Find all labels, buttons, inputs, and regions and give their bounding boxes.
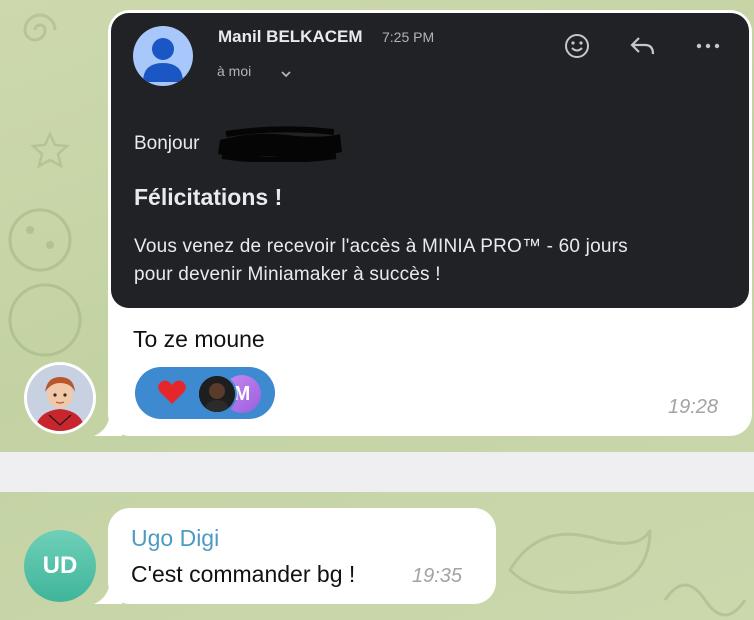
spiderman-avatar-image: [27, 365, 93, 431]
emoji-icon: [565, 34, 589, 58]
message-time: 19:35: [412, 565, 463, 587]
reactor-avatar: [197, 374, 237, 414]
redaction-scribble: [218, 126, 342, 162]
reactor-avatar-image: [199, 376, 235, 412]
heart-icon: [158, 380, 186, 404]
email-time: 7:25 PM: [382, 29, 435, 45]
email-screenshot-image[interactable]: Manil BELKACEM 7:25 PM à moi Bonjour Fél…: [111, 13, 749, 308]
reaction-pill[interactable]: M: [135, 367, 275, 419]
email-body-line-2: pour devenir Miniamaker à succès !: [134, 264, 441, 285]
message-time: 19:28: [668, 396, 719, 418]
email-recipient: à moi: [217, 63, 252, 79]
message-text: C'est commander bg !: [131, 561, 356, 587]
reply-icon: [630, 37, 655, 55]
doodle-whale-icon: [508, 529, 652, 594]
doodle-star-icon: [30, 130, 70, 169]
message-caption: To ze moune: [133, 326, 265, 352]
email-body-line-1: Vous venez de recevoir l'accès à MINIA P…: [134, 236, 628, 257]
chevron-down-icon: [281, 71, 291, 78]
doodle-spiral-icon: [23, 13, 57, 42]
sender-avatar[interactable]: [24, 362, 96, 434]
doodle-wave-icon: [663, 583, 747, 617]
person-icon: [143, 38, 183, 82]
email-sender-name: Manil BELKACEM: [218, 27, 363, 46]
message-separator: [0, 452, 754, 492]
email-sender-avatar: [133, 26, 193, 86]
more-icon: [696, 43, 720, 49]
doodle-circle-icon: [8, 283, 82, 357]
email-greeting: Bonjour: [134, 133, 200, 154]
sender-name[interactable]: Ugo Digi: [131, 525, 219, 552]
message-bubble-incoming[interactable]: [108, 508, 496, 604]
sender-avatar[interactable]: UD: [24, 530, 96, 602]
email-congrats-heading: Félicitations !: [134, 184, 283, 210]
